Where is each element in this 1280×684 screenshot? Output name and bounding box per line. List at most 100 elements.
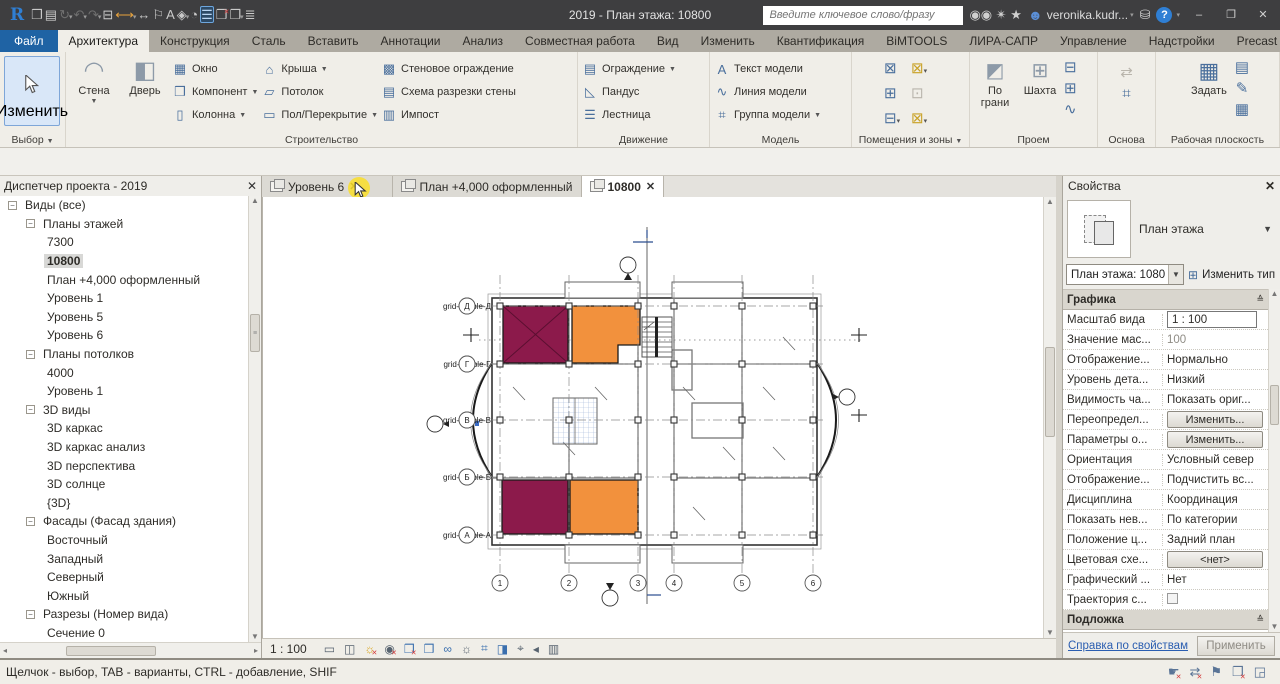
show-workplane-icon[interactable]: ▤ — [1235, 59, 1249, 77]
wall-button[interactable]: ◠ Стена▼ — [70, 56, 118, 128]
tree-item-южный[interactable]: Южный — [0, 586, 261, 605]
revit-logo[interactable]: R — [4, 5, 30, 25]
panel-label-build[interactable]: Строительство — [66, 134, 577, 146]
view-tab-уровень-6[interactable]: Уровень 6✕ — [262, 176, 393, 197]
ribbon-button-импост[interactable]: ▥Импост — [381, 105, 516, 125]
tree-expander-icon[interactable]: − — [8, 201, 17, 210]
open-icon[interactable]: ❒ — [31, 7, 43, 22]
thin-lines-icon[interactable]: ☰ — [200, 6, 214, 23]
sun-path-icon[interactable]: ☼ — [364, 642, 375, 656]
tree-item-{3d}[interactable]: {3D} — [0, 494, 261, 513]
tree-expander-icon[interactable]: − — [26, 610, 35, 619]
property-row-параметры-о-[interactable]: Параметры о...Изменить... — [1063, 430, 1268, 450]
property-row-значение-мас-[interactable]: Значение мас...100 — [1063, 330, 1268, 350]
colored-room-3[interactable] — [502, 480, 568, 534]
aligned-dimension-icon[interactable]: ↔ — [137, 7, 150, 22]
panel-label-select[interactable]: Выбор — [11, 134, 43, 146]
checkbox[interactable] — [1167, 593, 1178, 604]
browser-scrollbar[interactable]: ▲≡▼ — [248, 196, 261, 642]
close-icon[interactable]: ✕ — [1265, 179, 1275, 193]
show-crop-icon[interactable]: ❒ — [424, 642, 435, 656]
search-binoculars-icon[interactable]: ◉◉ — [969, 7, 995, 22]
user-account[interactable]: ☻ veronika.kudr... ▾ — [1028, 7, 1134, 23]
ribbon-tab-совместная работа[interactable]: Совместная работа — [514, 30, 646, 52]
visual-style-icon[interactable]: ▭ — [324, 642, 335, 656]
property-row-показать-нев-[interactable]: Показать нев...По категории — [1063, 510, 1268, 530]
tree-expander-icon[interactable]: − — [26, 517, 35, 526]
properties-help-link[interactable]: Справка по свойствам — [1068, 640, 1188, 652]
area-icon[interactable]: ⊠ — [911, 60, 924, 77]
ribbon-button-текст модели[interactable]: AТекст модели — [714, 59, 821, 79]
ribbon-tab-аннотации[interactable]: Аннотации — [370, 30, 452, 52]
property-button[interactable]: Изменить... — [1167, 411, 1263, 428]
area-tag-icon[interactable]: ⊡ — [911, 85, 924, 102]
shadows-icon[interactable]: ◉ — [384, 642, 394, 656]
panel-label-datum[interactable]: Основа — [1098, 134, 1155, 146]
tree-item-уровень-6[interactable]: Уровень 6 — [0, 326, 261, 345]
tree-item-разрезы-(номер-вида)[interactable]: −Разрезы (Номер вида) — [0, 605, 261, 624]
modify-button[interactable]: Изменить — [4, 56, 60, 126]
ribbon-button-группа модели[interactable]: ⌗Группа модели▼ — [714, 105, 821, 125]
room-icon[interactable]: ⊠ — [884, 60, 897, 77]
print-icon[interactable]: ⊟ — [102, 7, 113, 22]
tree-item-фасады-(фасад-здания)[interactable]: −Фасады (Фасад здания) — [0, 512, 261, 531]
ribbon-button-лестница[interactable]: ☰Лестница — [582, 105, 676, 125]
properties-scrollbar[interactable]: ▲▼ — [1268, 289, 1280, 632]
property-button[interactable]: <нет> — [1167, 551, 1263, 568]
panel-label-circulation[interactable]: Движение — [578, 134, 709, 146]
ribbon-tab-изменить[interactable]: Изменить — [690, 30, 766, 52]
tree-item-виды-(все)[interactable]: −Виды (все) — [0, 196, 261, 215]
restore-button[interactable]: ❐ — [1218, 4, 1244, 26]
tree-item-7300[interactable]: 7300 — [0, 233, 261, 252]
tree-item-планы-этажей[interactable]: −Планы этажей — [0, 215, 261, 234]
scrollbar-thumb[interactable]: ≡ — [250, 314, 260, 352]
select-links-icon[interactable]: ☛ — [1168, 664, 1180, 680]
pan-icon[interactable]: ▥ — [548, 642, 559, 656]
ref-plane-icon[interactable]: ✎ — [1235, 80, 1249, 98]
property-row-уровень-дета-[interactable]: Уровень дета...Низкий — [1063, 370, 1268, 390]
close-button[interactable]: ✕ — [1250, 4, 1276, 26]
property-row-графический-[interactable]: Графический ...Нет — [1063, 570, 1268, 590]
room-separator-icon[interactable]: ⊟ — [884, 110, 897, 127]
ribbon-button-компонент[interactable]: ❒Компонент▼ — [172, 82, 258, 102]
ribbon-tab-анализ[interactable]: Анализ — [452, 30, 515, 52]
ribbon-button-колонна[interactable]: ▯Колонна▼ — [172, 105, 258, 125]
property-row-переопредел-[interactable]: Переопредел...Изменить... — [1063, 410, 1268, 430]
minimize-button[interactable]: – — [1186, 4, 1212, 26]
tree-item-планы-потолков[interactable]: −Планы потолков — [0, 345, 261, 364]
ribbon-button-крыша[interactable]: ⌂Крыша▼ — [261, 59, 378, 79]
ribbon-tab-вставить[interactable]: Вставить — [297, 30, 370, 52]
tree-item-уровень-5[interactable]: Уровень 5 — [0, 308, 261, 327]
close-hidden-windows-icon[interactable]: ❒ — [216, 7, 228, 22]
ribbon-tab-precast[interactable]: Precast — [1226, 30, 1280, 52]
property-row-отображение-[interactable]: Отображение...Подчистить вс... — [1063, 470, 1268, 490]
panel-label-opening[interactable]: Проем — [970, 134, 1097, 146]
area-boundary-icon[interactable]: ⊠ — [911, 110, 924, 127]
property-row-отображение-[interactable]: Отображение...Нормально — [1063, 350, 1268, 370]
temporary-hide-icon[interactable]: ∞ — [443, 642, 452, 656]
tree-item-уровень-1[interactable]: Уровень 1 — [0, 382, 261, 401]
level-icon[interactable]: ⇄ — [1120, 64, 1133, 82]
help-icon[interactable]: ? — [1156, 7, 1172, 23]
shaft-button[interactable]: ⊞ Шахта — [1019, 56, 1061, 128]
ribbon-tab-архитектура[interactable]: Архитектура — [58, 30, 150, 52]
tree-item-10800[interactable]: 10800 — [0, 252, 261, 271]
ribbon-tab-конструкция[interactable]: Конструкция — [149, 30, 241, 52]
tag-icon[interactable]: ⚐ — [152, 7, 164, 22]
set-workplane-button[interactable]: ▦ Задать — [1186, 56, 1232, 128]
tree-expander-icon[interactable]: − — [26, 405, 35, 414]
measure-icon[interactable]: ⟷ — [115, 7, 134, 22]
room-tag-icon[interactable]: ⊞ — [884, 85, 897, 102]
dormer-opening-icon[interactable]: ∿ — [1064, 101, 1077, 119]
viewer-icon[interactable]: ▦ — [1235, 101, 1249, 119]
tree-item-3d-виды[interactable]: −3D виды — [0, 401, 261, 420]
select-pinned-icon[interactable]: ⚑ — [1210, 664, 1222, 680]
ribbon-button-ограждение[interactable]: ▤Ограждение▼ — [582, 59, 676, 79]
collapse-icon[interactable]: ≙ — [1256, 294, 1264, 305]
ribbon-tab-квантификация[interactable]: Квантификация — [766, 30, 876, 52]
vertical-opening-icon[interactable]: ⊞ — [1064, 80, 1077, 98]
app-store-cart-icon[interactable]: ⛁ — [1140, 7, 1151, 23]
model-text-icon[interactable]: A — [166, 7, 175, 22]
property-row-дисциплина[interactable]: ДисциплинаКоординация — [1063, 490, 1268, 510]
colored-room-4[interactable] — [570, 480, 638, 534]
